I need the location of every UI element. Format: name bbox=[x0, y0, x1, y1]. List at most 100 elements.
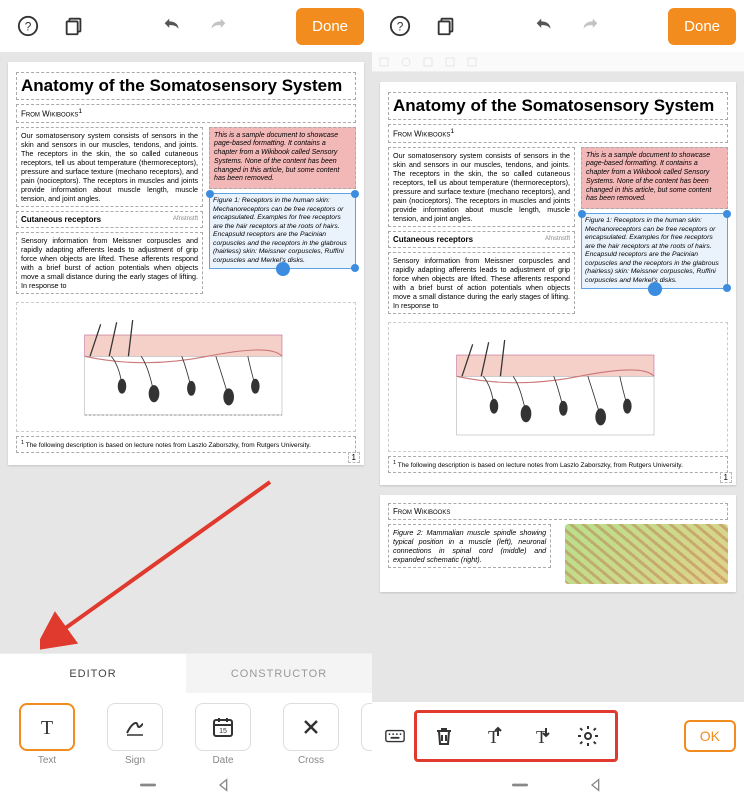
font-decrease-icon: T bbox=[528, 724, 552, 748]
mini-icon bbox=[466, 56, 478, 68]
topbar: ? Done bbox=[0, 0, 372, 52]
page: Anatomy of the Somatosensory System From… bbox=[8, 62, 364, 465]
page-title: Anatomy of the Somatosensory System bbox=[388, 92, 728, 120]
settings-button[interactable] bbox=[571, 719, 605, 753]
mini-icon bbox=[444, 56, 456, 68]
help-icon: ? bbox=[17, 15, 39, 37]
left-pane: ? Done Anatomy of the Somatosensory Syst… bbox=[0, 0, 372, 800]
tool-sign[interactable]: Sign bbox=[96, 703, 174, 766]
text-icon: T bbox=[35, 715, 59, 739]
ok-button[interactable]: OK bbox=[684, 720, 736, 752]
note-box: This is a sample document to showcase pa… bbox=[209, 127, 356, 190]
undo-button[interactable] bbox=[152, 6, 192, 46]
help-button[interactable]: ? bbox=[8, 6, 48, 46]
para-1: Our somatosensory system consists of sen… bbox=[16, 127, 203, 207]
nav-handle-icon[interactable] bbox=[140, 777, 156, 793]
page2-subtitle: From Wikibooks bbox=[388, 503, 728, 520]
redo-icon bbox=[207, 15, 229, 37]
undo-button[interactable] bbox=[524, 6, 564, 46]
redo-button[interactable] bbox=[198, 6, 238, 46]
figure-caption-selected[interactable]: Figure 1: Receptors in the human skin: M… bbox=[581, 213, 728, 289]
right-pane: ? Done Anatomy of the Somatosensory Syst… bbox=[372, 0, 744, 800]
footnote: 1 The following description is based on … bbox=[16, 436, 356, 453]
secondary-toolbar bbox=[372, 52, 744, 72]
undo-icon bbox=[533, 15, 555, 37]
trash-icon bbox=[432, 724, 456, 748]
tool-cross[interactable]: Cross bbox=[272, 703, 350, 766]
page-2: From Wikibooks Figure 2: Mammalian muscl… bbox=[380, 495, 736, 592]
mini-icon bbox=[400, 56, 412, 68]
pages-button[interactable] bbox=[426, 6, 466, 46]
page-number: 1 bbox=[720, 472, 732, 483]
sign-icon bbox=[123, 715, 147, 739]
keyboard-icon bbox=[384, 725, 406, 747]
calendar-icon: 15 bbox=[211, 715, 235, 739]
page: Anatomy of the Somatosensory System From… bbox=[380, 82, 736, 485]
svg-text:?: ? bbox=[397, 20, 404, 34]
selection-handle-icon[interactable] bbox=[351, 264, 359, 272]
skin-diagram-svg bbox=[389, 323, 727, 451]
skin-diagram bbox=[16, 302, 356, 432]
heading-cutaneous: Cutaneous receptorsAfnstnstft bbox=[388, 231, 575, 248]
delete-button[interactable] bbox=[427, 719, 461, 753]
redo-button[interactable] bbox=[570, 6, 610, 46]
svg-text:T: T bbox=[41, 717, 53, 739]
selection-handle-icon[interactable] bbox=[723, 284, 731, 292]
system-nav-bar bbox=[372, 770, 744, 800]
mini-icon bbox=[378, 56, 390, 68]
text-actions-highlight: T T bbox=[414, 710, 618, 762]
page-subtitle: From Wikibooks1 bbox=[16, 104, 356, 123]
tab-editor[interactable]: EDITOR bbox=[0, 654, 186, 693]
font-increase-icon: T bbox=[480, 724, 504, 748]
para-2: Sensory information from Meissner corpus… bbox=[388, 252, 575, 314]
mini-icon bbox=[422, 56, 434, 68]
pages-icon bbox=[435, 15, 457, 37]
done-button[interactable]: Done bbox=[296, 8, 364, 45]
svg-text:15: 15 bbox=[219, 728, 227, 735]
tool-date[interactable]: 15 Date bbox=[184, 703, 262, 766]
skin-diagram bbox=[388, 322, 728, 452]
page-subtitle: From Wikibooks1 bbox=[388, 124, 728, 143]
heading-cutaneous: Cutaneous receptorsAfnstnstft bbox=[16, 211, 203, 228]
nav-handle-icon[interactable] bbox=[512, 777, 528, 793]
redo-icon bbox=[579, 15, 601, 37]
keyboard-button[interactable] bbox=[380, 725, 410, 747]
font-increase-button[interactable]: T bbox=[475, 719, 509, 753]
drag-handle-icon[interactable] bbox=[276, 262, 290, 276]
document-area[interactable]: Anatomy of the Somatosensory System From… bbox=[372, 72, 744, 702]
text-edit-toolbar: T T OK bbox=[372, 702, 744, 770]
para-2: Sensory information from Meissner corpus… bbox=[16, 232, 203, 294]
help-icon: ? bbox=[389, 15, 411, 37]
system-nav-bar bbox=[0, 770, 372, 800]
selection-handle-icon[interactable] bbox=[351, 190, 359, 198]
svg-text:?: ? bbox=[25, 20, 32, 34]
topbar: ? Done bbox=[372, 0, 744, 52]
gear-icon bbox=[576, 724, 600, 748]
figure-2-caption: Figure 2: Mammalian muscle spindle showi… bbox=[388, 524, 551, 568]
annotation-arrow-icon bbox=[40, 472, 280, 652]
undo-icon bbox=[161, 15, 183, 37]
tool-row: T Text Sign 15 Date Cross bbox=[0, 693, 372, 770]
skin-diagram-svg bbox=[17, 303, 355, 431]
document-area[interactable]: Anatomy of the Somatosensory System From… bbox=[0, 52, 372, 653]
drag-handle-icon[interactable] bbox=[648, 282, 662, 296]
selection-handle-icon[interactable] bbox=[723, 210, 731, 218]
tab-constructor[interactable]: CONSTRUCTOR bbox=[186, 654, 372, 693]
pages-icon bbox=[63, 15, 85, 37]
note-box: This is a sample document to showcase pa… bbox=[581, 147, 728, 210]
help-button[interactable]: ? bbox=[380, 6, 420, 46]
pages-button[interactable] bbox=[54, 6, 94, 46]
footnote: 1 The following description is based on … bbox=[388, 456, 728, 473]
figure-caption-selected[interactable]: Figure 1: Receptors in the human skin: M… bbox=[209, 193, 356, 269]
font-decrease-button[interactable]: T bbox=[523, 719, 557, 753]
muscle-diagram-thumb bbox=[565, 524, 728, 584]
para-1: Our somatosensory system consists of sen… bbox=[388, 147, 575, 227]
page-number: 1 bbox=[348, 452, 360, 463]
bottom-tabs: EDITOR CONSTRUCTOR bbox=[0, 653, 372, 693]
page-title: Anatomy of the Somatosensory System bbox=[16, 72, 356, 100]
tool-text[interactable]: T Text bbox=[8, 703, 86, 766]
cross-icon bbox=[299, 715, 323, 739]
nav-back-icon[interactable] bbox=[588, 777, 604, 793]
nav-back-icon[interactable] bbox=[216, 777, 232, 793]
done-button[interactable]: Done bbox=[668, 8, 736, 45]
